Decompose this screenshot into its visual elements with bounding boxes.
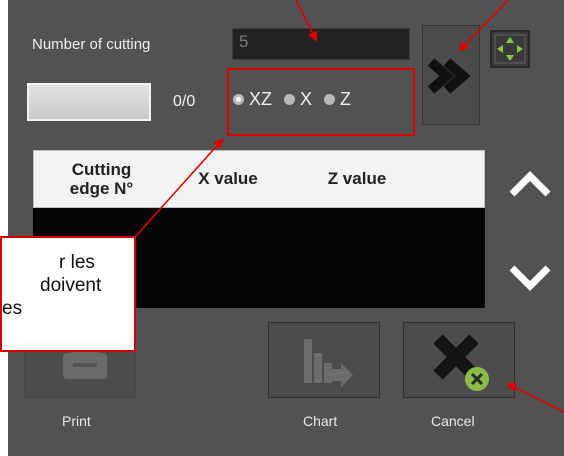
arrow-to-next <box>458 0 509 52</box>
annotation-arrows <box>135 0 564 413</box>
arrow-to-radios <box>135 138 224 237</box>
arrow-to-field <box>295 0 317 42</box>
arrow-to-cancel <box>506 383 564 413</box>
